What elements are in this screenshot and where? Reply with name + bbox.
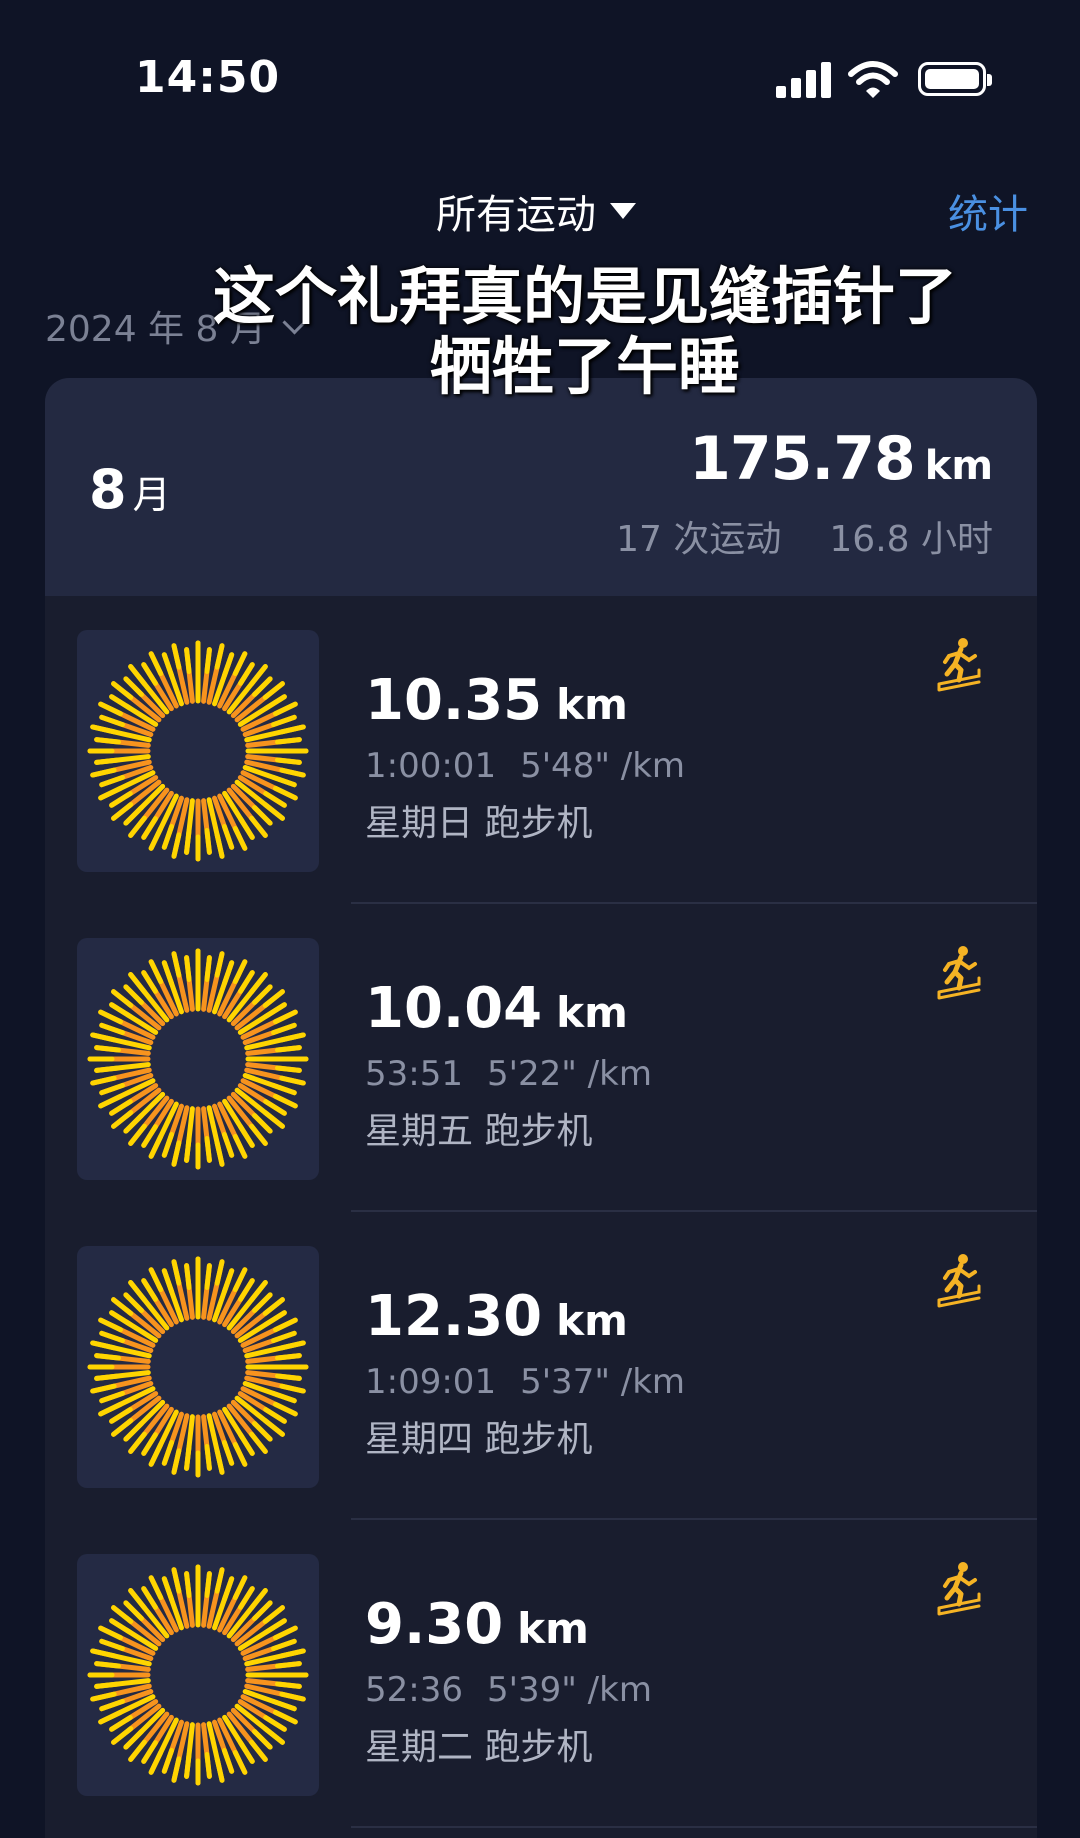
treadmill-icon <box>937 1254 981 1308</box>
summary-month: 8 月 <box>89 458 171 521</box>
month-summary: 8 月 175.78 km 17 次运动 16.8 小时 <box>45 378 1037 596</box>
sunburst-graphic <box>87 1564 309 1786</box>
sunburst-graphic <box>87 640 309 862</box>
summary-hours: 16.8 小时 <box>829 519 993 560</box>
workout-day: 星期日 跑步机 <box>365 803 593 844</box>
statistics-link[interactable]: 统计 <box>948 182 1028 240</box>
workout-distance-unit: km <box>556 1296 628 1345</box>
overlay-caption-line-2: 牺牲了午睡 <box>429 330 740 403</box>
workout-day: 星期五 跑步机 <box>365 1111 593 1152</box>
sunburst-graphic <box>87 1256 309 1478</box>
workout-distance-value: 10.35 <box>365 668 543 733</box>
route-thumbnail <box>77 938 319 1180</box>
workout-meta: 1:00:01 5'48" /km <box>365 746 685 786</box>
sunburst-graphic <box>87 948 309 1170</box>
workout-distance-unit: km <box>517 1604 589 1653</box>
workout-pace: 5'37" /km <box>520 1362 686 1402</box>
workout-distance-unit: km <box>556 680 628 729</box>
workout-row[interactable]: 10.04 km 53:51 5'22" /km 星期五 跑步机 <box>45 904 1037 1212</box>
summary-month-number: 8 <box>89 458 127 521</box>
summary-month-unit: 月 <box>132 473 171 517</box>
top-bar: 所有运动 统计 <box>0 170 1080 250</box>
activity-card: 8 月 175.78 km 17 次运动 16.8 小时 10.35 km 1:… <box>45 378 1037 1838</box>
status-bar: 14:50 <box>0 0 1080 160</box>
summary-distance-value: 175.78 <box>689 424 916 494</box>
workout-distance-value: 9.30 <box>365 1592 504 1657</box>
workout-meta: 52:36 5'39" /km <box>365 1670 652 1710</box>
route-thumbnail <box>77 630 319 872</box>
workout-row[interactable]: 9.30 km 52:36 5'39" /km 星期二 跑步机 <box>45 1520 1037 1828</box>
cellular-signal-icon <box>776 62 836 98</box>
treadmill-icon <box>937 1562 981 1616</box>
workout-day: 星期四 跑步机 <box>365 1419 593 1460</box>
workout-row[interactable]: 10.35 km 1:00:01 5'48" /km 星期日 跑步机 <box>45 596 1037 904</box>
treadmill-icon <box>937 946 981 1000</box>
workout-pace: 5'48" /km <box>520 746 686 786</box>
workout-distance: 10.35 km <box>365 668 628 733</box>
battery-icon <box>918 62 992 96</box>
workout-distance-unit: km <box>556 988 628 1037</box>
sport-filter-dropdown[interactable]: 所有运动 <box>436 182 636 240</box>
status-time: 14:50 <box>135 52 281 103</box>
workout-distance: 10.04 km <box>365 976 628 1041</box>
row-divider <box>351 1826 1037 1828</box>
workout-distance-value: 10.04 <box>365 976 543 1041</box>
caret-down-icon <box>610 203 636 219</box>
workout-duration: 52:36 <box>365 1670 463 1710</box>
workout-distance: 9.30 km <box>365 1592 589 1657</box>
summary-workout-count: 17 次运动 <box>616 519 782 560</box>
workout-pace: 5'22" /km <box>486 1054 652 1094</box>
workout-day: 星期二 跑步机 <box>365 1727 593 1768</box>
workout-meta: 53:51 5'22" /km <box>365 1054 652 1094</box>
summary-distance-unit: km <box>924 443 993 489</box>
wifi-icon <box>848 61 898 98</box>
workout-distance-value: 12.30 <box>365 1284 543 1349</box>
workout-distance: 12.30 km <box>365 1284 628 1349</box>
workout-row[interactable]: 12.30 km 1:09:01 5'37" /km 星期四 跑步机 <box>45 1212 1037 1520</box>
sport-filter-label: 所有运动 <box>436 192 596 238</box>
workout-duration: 1:00:01 <box>365 746 497 786</box>
workout-meta: 1:09:01 5'37" /km <box>365 1362 685 1402</box>
treadmill-icon <box>937 638 981 692</box>
summary-stats: 17 次运动 16.8 小时 <box>616 510 993 562</box>
route-thumbnail <box>77 1246 319 1488</box>
summary-distance: 175.78 km <box>689 424 993 494</box>
workout-duration: 1:09:01 <box>365 1362 497 1402</box>
overlay-caption-line-1: 这个礼拜真的是见缝插针了 <box>212 260 957 333</box>
workout-duration: 53:51 <box>365 1054 463 1094</box>
route-thumbnail <box>77 1554 319 1796</box>
workout-pace: 5'39" /km <box>486 1670 652 1710</box>
overlay-caption: 这个礼拜真的是见缝插针了 牺牲了午睡 <box>0 262 1080 402</box>
